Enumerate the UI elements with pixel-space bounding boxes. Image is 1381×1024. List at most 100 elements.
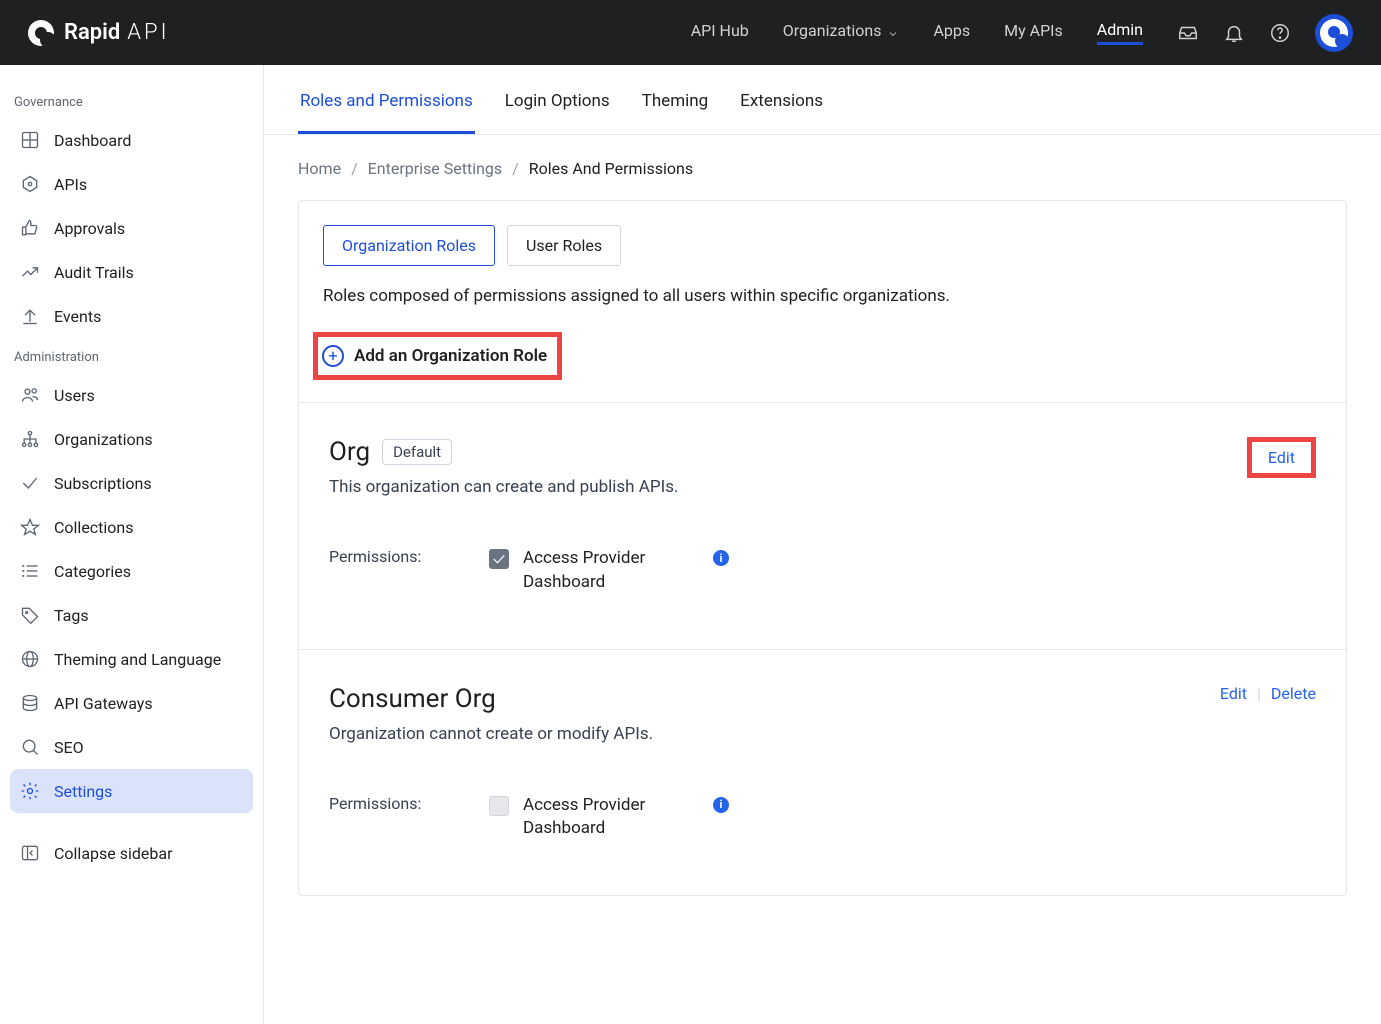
tab-theming[interactable]: Theming (640, 91, 711, 134)
hex-icon (20, 174, 40, 194)
collapse-icon (20, 843, 40, 863)
checkbox-checked-icon[interactable] (489, 549, 509, 569)
globe-icon (20, 649, 40, 669)
role-card-org: Org Default This organization can create… (299, 402, 1346, 649)
nav-apps[interactable]: Apps (933, 21, 970, 44)
role-tab-description: Roles composed of permissions assigned t… (323, 286, 1322, 306)
sidebar-item-subscriptions[interactable]: Subscriptions (10, 461, 253, 505)
brand-logo[interactable]: Rapid API (28, 20, 169, 46)
sidebar-item-label: API Gateways (54, 694, 153, 713)
sidebar-item-label: APIs (54, 175, 87, 194)
permission-item: Access Provider Dashboard i (489, 547, 729, 595)
sidebar-item-theming-language[interactable]: Theming and Language (10, 637, 253, 681)
nav-organizations[interactable]: Organizations (783, 21, 900, 44)
sidebar-section-governance: Governance (10, 83, 253, 118)
sidebar-item-approvals[interactable]: Approvals (10, 206, 253, 250)
help-icon[interactable] (1269, 22, 1291, 44)
check-icon (20, 473, 40, 493)
primary-nav: API Hub Organizations Apps My APIs Admin (691, 20, 1143, 45)
role-description: Organization cannot create or modify API… (329, 724, 653, 744)
permissions-label: Permissions: (329, 794, 429, 813)
permissions-label: Permissions: (329, 547, 429, 566)
tab-login-options[interactable]: Login Options (503, 91, 612, 134)
users-icon (20, 385, 40, 405)
topbar: Rapid API API Hub Organizations Apps My A… (0, 0, 1381, 65)
tag-icon (20, 605, 40, 625)
sidebar-item-categories[interactable]: Categories (10, 549, 253, 593)
gear-icon (20, 781, 40, 801)
thumb-icon (20, 218, 40, 238)
collapse-sidebar[interactable]: Collapse sidebar (10, 831, 253, 875)
sidebar-item-apis[interactable]: APIs (10, 162, 253, 206)
breadcrumb-enterprise-settings[interactable]: Enterprise Settings (368, 159, 503, 178)
chevron-down-icon (887, 25, 899, 37)
sidebar-item-settings[interactable]: Settings (10, 769, 253, 813)
delete-role-button[interactable]: Delete (1271, 684, 1316, 703)
sidebar-item-organizations[interactable]: Organizations (10, 417, 253, 461)
breadcrumb: Home / Enterprise Settings / Roles And P… (264, 135, 1381, 188)
list-icon (20, 561, 40, 581)
upload-icon (20, 306, 40, 326)
sidebar-item-label: Events (54, 307, 101, 326)
edit-role-highlight: Edit (1247, 437, 1316, 478)
breadcrumb-current: Roles And Permissions (529, 159, 693, 178)
sidebar-item-seo[interactable]: SEO (10, 725, 253, 769)
sidebar-item-dashboard[interactable]: Dashboard (10, 118, 253, 162)
permission-item: Access Provider Dashboard i (489, 794, 729, 842)
default-badge: Default (382, 439, 452, 465)
tree-icon (20, 429, 40, 449)
inbox-icon[interactable] (1177, 22, 1199, 44)
brand-suffix: API (127, 20, 169, 45)
info-icon[interactable]: i (713, 797, 729, 813)
role-type-tabs: Organization Roles User Roles (323, 225, 1322, 266)
sidebar-item-users[interactable]: Users (10, 373, 253, 417)
sidebar-item-label: Categories (54, 562, 131, 581)
sidebar-item-audit-trails[interactable]: Audit Trails (10, 250, 253, 294)
role-title: Consumer Org (329, 684, 496, 714)
chart-icon (20, 262, 40, 282)
bell-icon[interactable] (1223, 22, 1245, 44)
role-tab-organization[interactable]: Organization Roles (323, 225, 495, 266)
main-content: Roles and Permissions Login Options Them… (264, 65, 1381, 1024)
breadcrumb-home[interactable]: Home (298, 159, 341, 178)
role-description: This organization can create and publish… (329, 477, 678, 497)
sidebar-item-label: Dashboard (54, 131, 131, 150)
sidebar-item-label: Audit Trails (54, 263, 134, 282)
sidebar-item-api-gateways[interactable]: API Gateways (10, 681, 253, 725)
tab-roles-permissions[interactable]: Roles and Permissions (298, 91, 475, 134)
role-tab-user[interactable]: User Roles (507, 225, 621, 266)
sidebar-item-collections[interactable]: Collections (10, 505, 253, 549)
role-card-consumer-org: Consumer Org Organization cannot create … (299, 649, 1346, 896)
sidebar-item-label: Subscriptions (54, 474, 152, 493)
settings-tabs: Roles and Permissions Login Options Them… (264, 65, 1381, 135)
info-icon[interactable]: i (713, 550, 729, 566)
tab-extensions[interactable]: Extensions (738, 91, 825, 134)
plus-circle-icon: + (322, 345, 344, 367)
nav-admin[interactable]: Admin (1097, 20, 1143, 45)
sidebar-item-tags[interactable]: Tags (10, 593, 253, 637)
grid-icon (20, 130, 40, 150)
add-role-label: Add an Organization Role (354, 346, 547, 366)
sidebar-item-label: Organizations (54, 430, 153, 449)
star-icon (20, 517, 40, 537)
sidebar-item-label: Settings (54, 782, 112, 801)
add-organization-role-button[interactable]: + Add an Organization Role (313, 332, 562, 380)
sidebar-item-label: Approvals (54, 219, 125, 238)
sidebar-item-label: Theming and Language (54, 650, 221, 669)
permission-label: Access Provider Dashboard (523, 547, 693, 595)
edit-role-button[interactable]: Edit (1220, 684, 1247, 703)
sidebar: Governance Dashboard APIs Approvals Audi… (0, 65, 264, 1024)
sidebar-item-label: Collections (54, 518, 134, 537)
checkbox-unchecked-icon[interactable] (489, 796, 509, 816)
nav-api-hub[interactable]: API Hub (691, 21, 749, 44)
stack-icon (20, 693, 40, 713)
avatar[interactable] (1315, 14, 1353, 52)
search-icon (20, 737, 40, 757)
brand-name: Rapid (64, 20, 120, 45)
logo-mark-icon (28, 20, 54, 46)
nav-my-apis[interactable]: My APIs (1004, 21, 1063, 44)
sidebar-item-events[interactable]: Events (10, 294, 253, 338)
edit-role-button[interactable]: Edit (1268, 448, 1295, 467)
collapse-label: Collapse sidebar (54, 844, 172, 863)
sidebar-item-label: SEO (54, 738, 84, 757)
